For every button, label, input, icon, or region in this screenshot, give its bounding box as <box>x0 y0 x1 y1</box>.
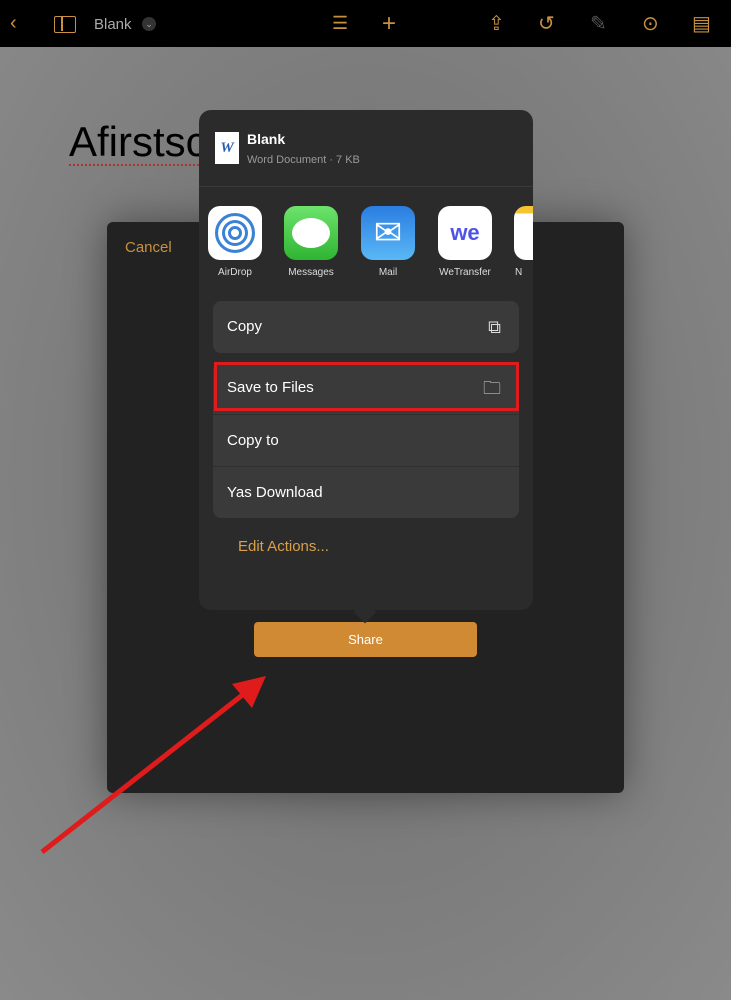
arrow-head-icon <box>232 676 266 708</box>
annotation-arrow <box>40 676 266 854</box>
arrow-shaft <box>40 691 247 854</box>
